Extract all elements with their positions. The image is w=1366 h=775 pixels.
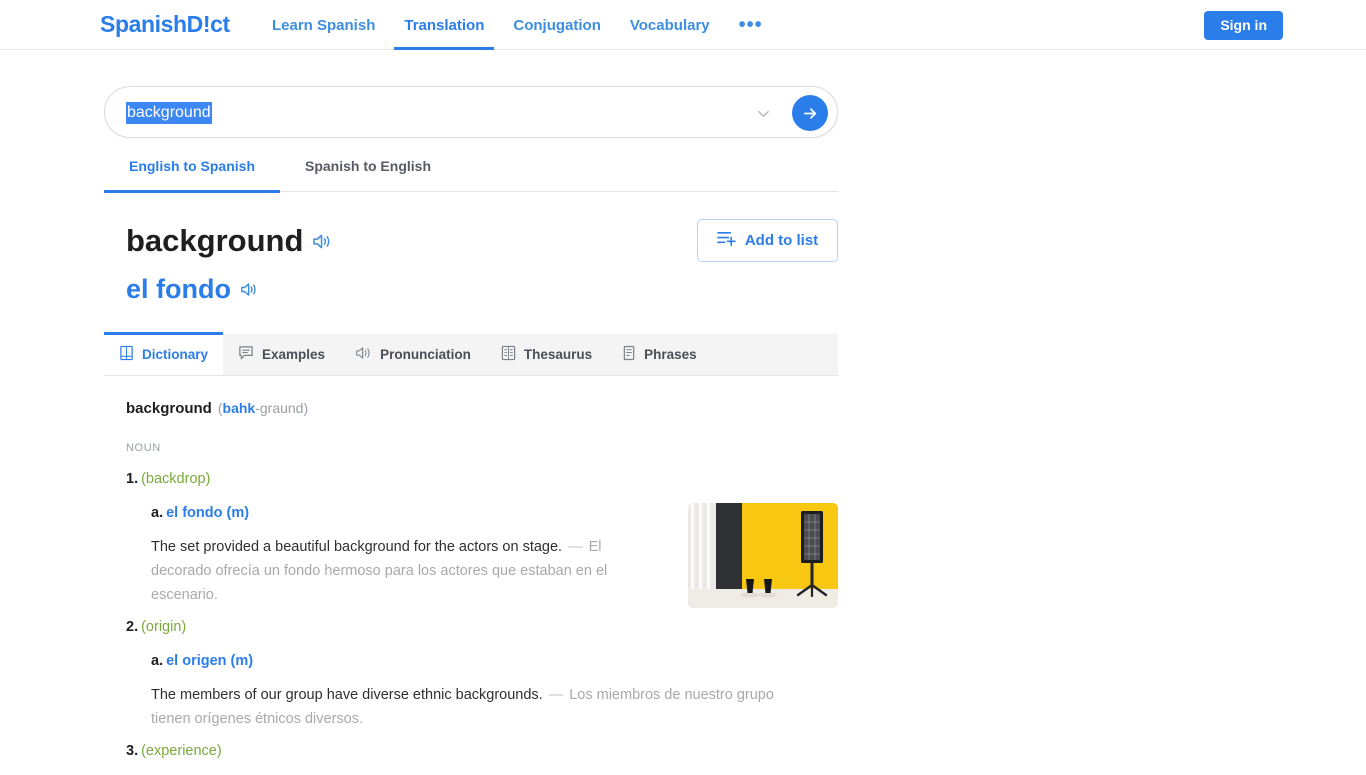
sense-gloss: (backdrop) [141, 471, 211, 487]
more-menu-icon[interactable]: ••• [739, 15, 763, 35]
sense-number: 2. [126, 619, 139, 635]
nav-label: Learn Spanish [272, 16, 376, 34]
site-logo[interactable]: SpanishD!ct [100, 11, 230, 37]
phonetic-rest: -graund) [255, 400, 309, 416]
nav-item-vocabulary[interactable]: Vocabulary [630, 0, 710, 50]
example-sentence: The set provided a beautiful background … [151, 535, 656, 607]
sign-in-button[interactable]: Sign in [1204, 11, 1283, 40]
tab-english-to-spanish[interactable]: English to Spanish [104, 157, 280, 193]
example-english: The members of our group have diverse et… [151, 687, 543, 703]
sense-gloss: (origin) [141, 619, 187, 635]
search-area: background [104, 86, 838, 138]
add-to-list-icon [717, 230, 736, 251]
site-header: SpanishD!ct Learn Spanish Translation Co… [0, 0, 1366, 50]
subsense-letter: a. [151, 505, 164, 521]
example-dash: — [548, 687, 564, 703]
entry-heading: background (bahk-graund) [126, 398, 838, 419]
search-submit-button[interactable] [792, 95, 828, 131]
subsense-translation[interactable]: el fondo (m) [166, 505, 249, 521]
section-tabs: Dictionary Examples Pronunciation Thesau… [104, 332, 838, 376]
tab-pronunciation[interactable]: Pronunciation [340, 334, 486, 375]
page-title: background [126, 223, 304, 258]
subsense-letter: a. [151, 653, 164, 669]
tab-label: Thesaurus [523, 347, 593, 362]
nav-label: Conjugation [513, 16, 601, 34]
tab-thesaurus[interactable]: Thesaurus [486, 334, 607, 375]
tab-label: Examples [262, 347, 326, 362]
tab-label: Dictionary [142, 347, 209, 362]
tab-label: English to Spanish [128, 158, 255, 174]
tab-spanish-to-english[interactable]: Spanish to English [280, 157, 456, 192]
nav-label: Vocabulary [629, 16, 710, 34]
example-sentence: The members of our group have diverse et… [151, 683, 811, 731]
sense-illustration[interactable] [688, 503, 838, 608]
nav-item-translation[interactable]: Translation [394, 0, 495, 50]
direction-tabs: English to Spanish Spanish to English [104, 157, 838, 193]
add-to-list-label: Add to list [744, 232, 819, 249]
sense-heading: 3. (experience) [126, 741, 838, 761]
open-book-icon [501, 345, 516, 364]
book-icon [119, 345, 134, 364]
sense-number: 3. [126, 743, 139, 759]
chevron-down-icon[interactable] [756, 106, 771, 121]
speaker-icon[interactable] [240, 281, 259, 298]
nav-item-conjugation[interactable]: Conjugation [513, 0, 600, 50]
nav-label: Translation [404, 16, 485, 34]
tab-label: Phrases [644, 347, 697, 362]
speaker-icon [355, 345, 372, 364]
headword-row: background [126, 222, 333, 260]
speech-bubble-icon [238, 345, 254, 364]
example-dash: — [568, 539, 583, 555]
sense-2: 2. (origin) a. el origen (m) The members o… [126, 617, 838, 731]
add-to-list-button[interactable]: Add to list [697, 219, 838, 262]
phonetic-stress: bahk [222, 400, 256, 416]
tab-label: Pronunciation [380, 347, 471, 362]
subsense-translation[interactable]: el origen (m) [166, 653, 253, 669]
main-nav: Learn Spanish Translation Conjugation Vo… [272, 0, 763, 50]
tab-phrases[interactable]: Phrases [607, 334, 712, 375]
nav-item-learn-spanish[interactable]: Learn Spanish [272, 0, 375, 50]
search-input[interactable]: background [126, 102, 212, 124]
sense-3: 3. (experience) [126, 741, 838, 761]
sense-gloss: (experience) [141, 743, 222, 759]
sense-number: 1. [126, 471, 139, 487]
translation-row: el fondo [126, 272, 259, 306]
tab-examples[interactable]: Examples [223, 334, 340, 375]
subsense-heading: a. el origen (m) [151, 651, 838, 671]
entry-word: background [126, 400, 212, 417]
example-english: The set provided a beautiful background … [151, 539, 563, 555]
sense-heading: 2. (origin) [126, 617, 838, 637]
tab-label: Spanish to English [304, 158, 431, 174]
search-box[interactable]: background [104, 86, 838, 138]
speaker-icon[interactable] [312, 232, 333, 251]
tab-dictionary[interactable]: Dictionary [104, 332, 224, 375]
primary-translation[interactable]: el fondo [126, 272, 231, 306]
phonetic-transcription: (bahk-graund) [218, 400, 308, 416]
sense-heading: 1. (backdrop) [126, 469, 838, 489]
arrow-right-icon [803, 107, 816, 119]
part-of-speech-label: NOUN [126, 442, 161, 454]
document-icon [622, 345, 636, 364]
